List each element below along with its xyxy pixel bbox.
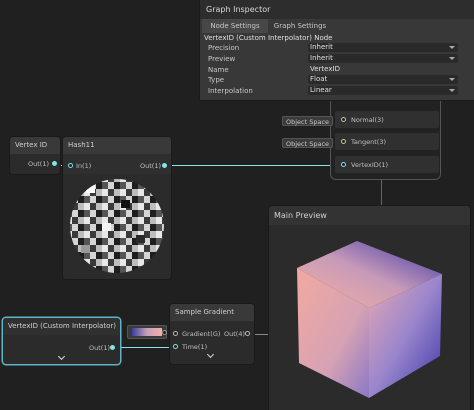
normal-port-label: Normal(3) [351, 116, 384, 124]
vertex-block[interactable]: Normal(3) Tangent(3) VertexID(1) [330, 88, 441, 180]
gradient-swatch [132, 328, 162, 336]
row-preview: Preview Inherit [200, 54, 474, 64]
custom-interpolator-out-dot[interactable] [110, 345, 115, 350]
inspector-title: Graph Inspector [200, 0, 474, 19]
chevron-down-icon[interactable] [57, 352, 66, 361]
hash11-in-label: In(1) [76, 162, 92, 170]
sample-gradient-title: Sample Gradient [170, 304, 254, 321]
hash11-node-title: Hash11 [63, 137, 171, 154]
sample-gradient-node[interactable]: Sample Gradient Gradient(G) Time(1) Out(… [170, 304, 254, 364]
normal-space-field[interactable]: Object Space [282, 116, 334, 126]
wire-custom-gradient [116, 347, 176, 348]
gradient-in-label: Gradient(G) [182, 330, 221, 338]
tangent-space-field[interactable]: Object Space [282, 138, 334, 148]
inspector-tabs: Node Settings Graph Settings [200, 19, 474, 33]
row-precision: Precision Inherit [200, 43, 474, 53]
interpolation-label: Interpolation [208, 87, 253, 95]
hash11-out-label: Out(1) [140, 162, 161, 170]
preview-cube[interactable] [294, 238, 444, 400]
precision-label: Precision [208, 44, 240, 52]
block-row-vertexid[interactable]: VertexID(1) [335, 156, 439, 173]
hash11-in-dot[interactable] [68, 163, 73, 168]
chevron-down-icon [449, 57, 455, 60]
chevron-down-icon [449, 78, 455, 81]
vertex-id-node-title: Vertex ID [10, 137, 60, 154]
custom-interpolator-out-label: Out(1) [89, 344, 110, 352]
row-interpolation: Interpolation Linear [200, 86, 474, 96]
tab-graph-settings[interactable]: Graph Settings [270, 19, 330, 33]
chevron-down-icon[interactable] [206, 350, 215, 359]
vertexid-port-label: VertexID(1) [351, 161, 389, 169]
normal-port-dot[interactable] [341, 117, 346, 122]
time-in-label: Time(1) [182, 343, 208, 351]
block-row-tangent[interactable]: Tangent(3) [335, 133, 439, 150]
preview-dropdown[interactable]: Inherit [308, 54, 458, 63]
gradient-out-label: Out(4) [224, 330, 245, 338]
interpolation-value: Linear [310, 86, 332, 94]
row-name: Name VertexID [200, 65, 474, 75]
vertex-id-node[interactable]: Vertex ID Out(1) [10, 137, 60, 174]
row-type: Type Float [200, 75, 474, 85]
chevron-down-icon [449, 46, 455, 49]
type-dropdown[interactable]: Float [308, 75, 458, 84]
hash11-out-dot[interactable] [162, 163, 167, 168]
main-preview[interactable]: Main Preview [269, 206, 470, 410]
interpolation-dropdown[interactable]: Linear [308, 86, 458, 95]
precision-dropdown[interactable]: Inherit [308, 43, 458, 52]
gradient-in-dot[interactable] [173, 331, 178, 336]
name-value: VertexID [310, 65, 340, 73]
precision-value: Inherit [310, 43, 333, 51]
chevron-down-icon [449, 89, 455, 92]
name-label: Name [208, 66, 229, 74]
name-field[interactable]: VertexID [308, 65, 458, 74]
hash11-node[interactable]: Hash11 In(1) Out(1) [63, 137, 171, 279]
vertexid-port-dot[interactable] [341, 162, 346, 167]
vertex-id-out-dot[interactable] [52, 161, 57, 166]
inspector-section-title: VertexID (Custom Interpolator) Node [204, 34, 333, 42]
gradient-swatch-field[interactable] [127, 325, 167, 339]
wire-hash-block [162, 165, 342, 166]
tangent-port-dot[interactable] [341, 139, 346, 144]
graph-inspector[interactable]: Graph Inspector Node Settings Graph Sett… [200, 0, 474, 100]
gradient-field-dot [162, 330, 167, 335]
gradient-out-dot[interactable] [245, 331, 250, 336]
wire-block-preview [381, 180, 382, 206]
custom-interpolator-node[interactable]: VertexID (Custom Interpolator) Out(1) [3, 318, 120, 364]
vertex-id-out-label: Out(1) [28, 160, 49, 168]
main-preview-title: Main Preview [269, 206, 470, 225]
block-row-normal[interactable]: Normal(3) [335, 111, 439, 128]
preview-label: Preview [208, 55, 236, 63]
time-in-dot[interactable] [173, 344, 178, 349]
type-value: Float [310, 75, 328, 83]
tab-node-settings[interactable]: Node Settings [202, 19, 268, 33]
type-label: Type [208, 76, 225, 84]
custom-interpolator-title: VertexID (Custom Interpolator) [3, 318, 120, 335]
tangent-port-label: Tangent(3) [351, 138, 386, 146]
hash11-preview-sphere [70, 179, 164, 273]
preview-value: Inherit [310, 54, 333, 62]
